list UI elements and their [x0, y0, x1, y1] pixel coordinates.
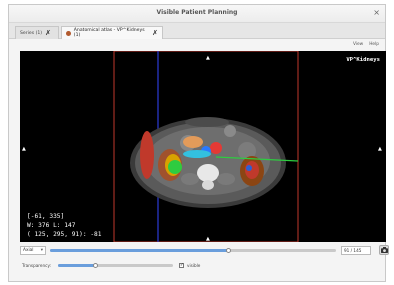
- psoas-right: [181, 173, 199, 185]
- tab-close-icon[interactable]: ✗: [152, 29, 158, 37]
- atlas-icon: [66, 30, 71, 36]
- visible-label: visible: [187, 263, 201, 268]
- kidney-left-vessel: [246, 165, 252, 171]
- visible-checkbox[interactable]: ✓: [179, 263, 184, 268]
- slice-slider-thumb[interactable]: [226, 248, 232, 253]
- tab-bar: Series (1) ✗ Anatomical atlas - VP^Kidne…: [9, 23, 385, 39]
- title-bar: Visible Patient Planning ×: [9, 5, 385, 23]
- info-line-voxel: ( 125, 295, 91): -81: [27, 231, 102, 238]
- menu-view[interactable]: View: [353, 42, 363, 47]
- camera-icon: [380, 247, 388, 253]
- chevron-down-icon: ▾: [40, 248, 43, 253]
- menu-bar: View Help: [353, 42, 379, 47]
- transparency-slider-fill: [58, 264, 96, 267]
- bowel-loop: [224, 125, 236, 137]
- transparency-controls: Transparency: ✓ visible: [22, 262, 322, 271]
- marker-top: ▲: [206, 55, 210, 61]
- slice-controls: Axial ▾ 91 / 145: [20, 245, 390, 256]
- orientation-select[interactable]: Axial ▾: [20, 246, 46, 255]
- marker-right: ▲: [378, 146, 382, 152]
- anterior-wall: [185, 117, 229, 127]
- window-close-button[interactable]: ×: [373, 8, 380, 18]
- transparency-label: Transparency:: [22, 263, 52, 268]
- info-line-coords: [-61, 335]: [27, 213, 65, 220]
- tab-series[interactable]: Series (1) ✗: [15, 26, 59, 39]
- info-line-window: W: 376 L: 147: [27, 222, 76, 229]
- marker-bottom: ▲: [206, 236, 210, 242]
- tab-label: Series (1): [20, 30, 43, 36]
- vertebra-body: [197, 164, 219, 182]
- vertebra-arch: [202, 180, 214, 190]
- menu-help[interactable]: Help: [369, 42, 379, 47]
- image-viewer[interactable]: ▲ ▲ ▲ ▲ VP^Kidneys [-61, 335] W: 376 L: …: [20, 51, 386, 242]
- muscle-left: [140, 131, 154, 179]
- ct-slice-image: ▲ ▲ ▲ ▲: [22, 51, 382, 242]
- slice-slider-fill: [50, 249, 230, 252]
- screenshot-button[interactable]: [379, 245, 389, 255]
- slice-index-field[interactable]: 91 / 145: [341, 246, 371, 255]
- tab-label: Anatomical atlas - VP^Kidneys (1): [73, 28, 145, 38]
- transparency-slider-thumb[interactable]: [92, 263, 98, 268]
- aorta: [210, 142, 222, 154]
- marker-left: ▲: [22, 146, 26, 152]
- study-label: VP^Kidneys: [346, 57, 380, 63]
- tab-close-icon[interactable]: ✗: [45, 29, 51, 37]
- slice-slider[interactable]: [50, 248, 336, 253]
- tumor-green: [168, 160, 182, 174]
- tab-anatomical-atlas[interactable]: Anatomical atlas - VP^Kidneys (1) ✗: [61, 26, 163, 39]
- organ-orange: [183, 136, 203, 148]
- renal-vein: [183, 150, 211, 158]
- transparency-slider[interactable]: [58, 263, 173, 268]
- window-title: Visible Patient Planning: [156, 9, 238, 16]
- orientation-value: Axial: [23, 248, 34, 253]
- psoas-left: [217, 173, 235, 185]
